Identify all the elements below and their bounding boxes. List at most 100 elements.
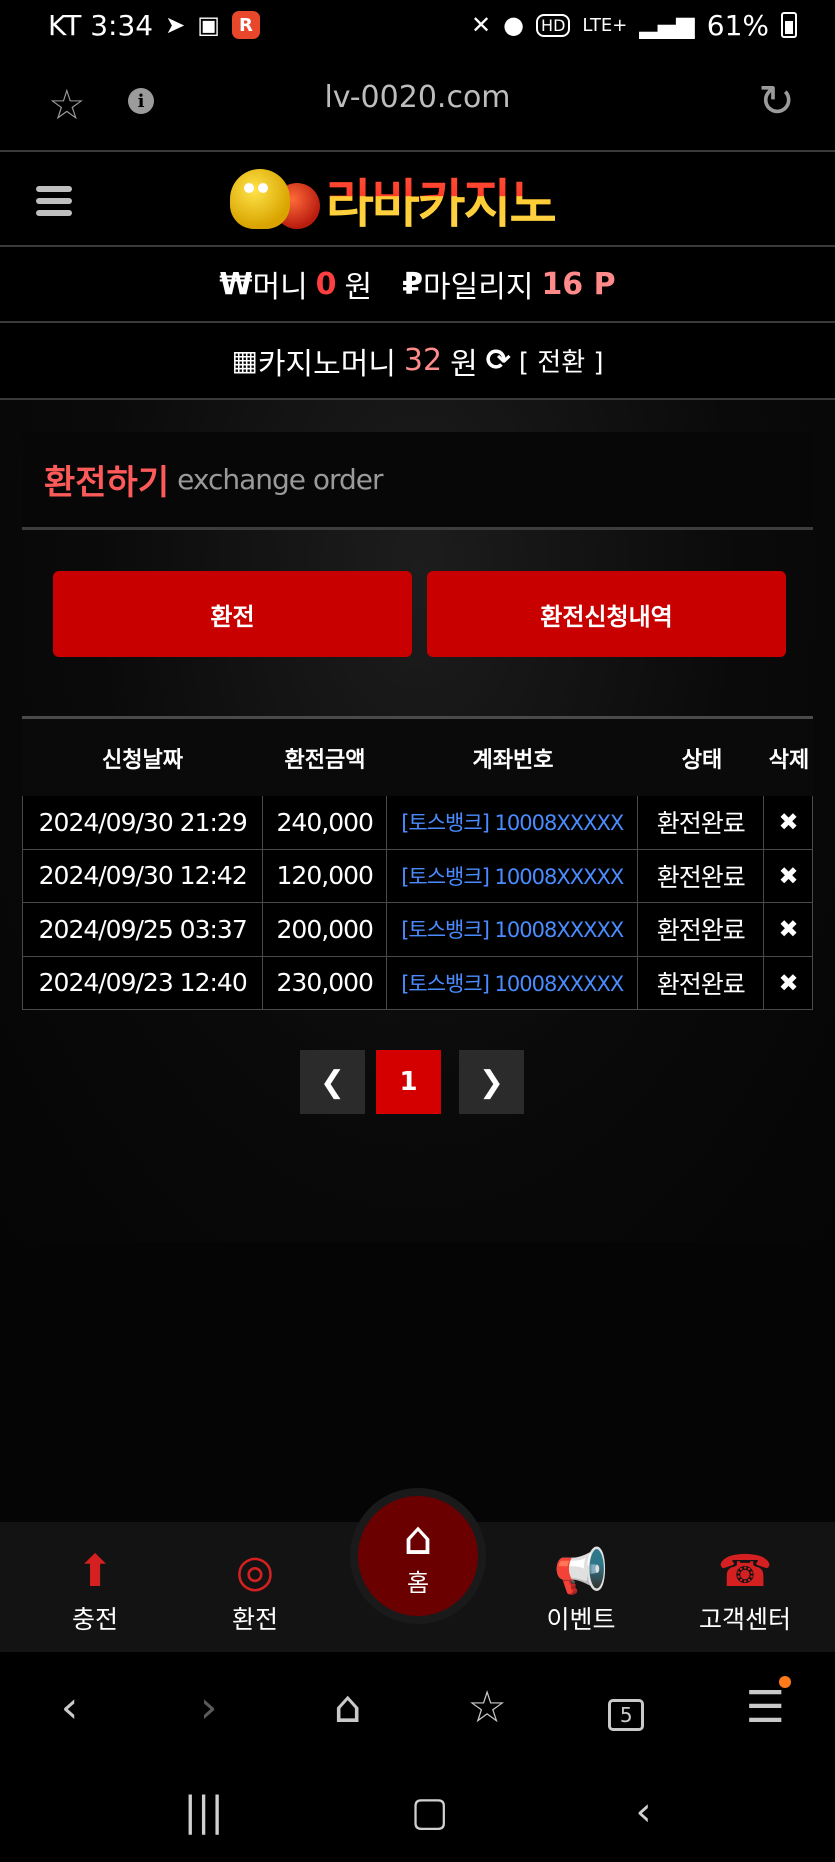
header-status: 상태 bbox=[681, 747, 723, 773]
nav-event-label: 이벤트 bbox=[546, 1605, 616, 1634]
nav-support-label: 고객센터 bbox=[698, 1605, 791, 1634]
site-header: 라바카지노 bbox=[0, 152, 835, 247]
chevron-left-icon: ❮ bbox=[319, 1064, 346, 1100]
table-row: 2024/09/25 03:37 200,000 [토스뱅크] 10008XXX… bbox=[22, 903, 813, 957]
nav-event[interactable]: 📢 이벤트 bbox=[526, 1522, 636, 1652]
header-date: 신청날짜 bbox=[102, 747, 183, 773]
chevron-right-icon: ❯ bbox=[478, 1064, 505, 1100]
reload-icon[interactable]: ↻ bbox=[758, 76, 795, 127]
header-delete: 삭제 bbox=[768, 747, 810, 773]
exchange-history-table: 신청날짜 환전금액 계좌번호 상태 삭제 2024/09/30 21:29 24… bbox=[22, 716, 813, 1010]
money-row: ₩ 머니 0 원 ₽ 마일리지 16 P bbox=[0, 247, 835, 323]
delete-row-button[interactable]: ✖ bbox=[764, 903, 812, 956]
table-row: 2024/09/30 12:42 120,000 [토스뱅크] 10008XXX… bbox=[22, 849, 813, 903]
row-account: [토스뱅크] 10008XXXXX bbox=[387, 903, 639, 956]
close-icon[interactable]: ✖ bbox=[779, 969, 799, 997]
mileage-icon: ₽ bbox=[402, 266, 424, 302]
delete-row-button[interactable]: ✖ bbox=[764, 850, 812, 903]
dice-icon: ▦ bbox=[231, 344, 258, 377]
header-amount: 환전금액 bbox=[284, 747, 366, 773]
app-r-icon: R bbox=[231, 11, 260, 39]
battery-percent: 61% bbox=[706, 8, 769, 42]
page-number-button[interactable]: 1 bbox=[376, 1050, 441, 1114]
mileage-label: 마일리지 bbox=[423, 270, 534, 305]
megaphone-icon: 📢 bbox=[553, 1546, 609, 1597]
nav-support[interactable]: ☎ 고객센터 bbox=[690, 1522, 800, 1652]
menu-icon[interactable] bbox=[36, 186, 72, 216]
battery-icon bbox=[781, 12, 797, 38]
android-back-icon[interactable]: ‹ bbox=[636, 1789, 652, 1835]
close-icon[interactable]: ✖ bbox=[779, 862, 799, 890]
back-icon[interactable]: ‹ bbox=[30, 1682, 110, 1733]
forward-icon[interactable]: › bbox=[169, 1682, 249, 1733]
row-account: [토스뱅크] 10008XXXXX bbox=[387, 849, 639, 902]
won-icon: ₩ bbox=[219, 266, 253, 302]
bookmarks-icon[interactable]: ☆ bbox=[447, 1682, 527, 1733]
hd-icon: HD bbox=[536, 13, 571, 37]
row-status: 환전완료 bbox=[638, 956, 765, 1009]
nav-exchange[interactable]: ◎ 환전 bbox=[200, 1522, 310, 1652]
location-icon: ● bbox=[503, 11, 525, 39]
mute-icon: ✕ bbox=[470, 11, 492, 39]
delete-row-button[interactable]: ✖ bbox=[764, 796, 812, 849]
row-date: 2024/09/30 21:29 bbox=[23, 796, 264, 849]
refresh-icon[interactable]: ⟳ bbox=[486, 343, 511, 378]
casino-money-row: ▦ 카지노머니 32 원 ⟳ [ 전환 ] bbox=[0, 323, 835, 400]
page-title-en: exchange order bbox=[177, 463, 383, 496]
browser-home-icon[interactable]: ⌂ bbox=[308, 1682, 388, 1733]
recents-icon[interactable]: ||| bbox=[183, 1789, 223, 1835]
status-bar: KT 3:34 ➤ ▣ R ✕ ● HD LTE+ ▂▄▆ 61% bbox=[0, 0, 835, 50]
home-icon: ⌂ bbox=[403, 1510, 433, 1565]
table-header: 신청날짜 환전금액 계좌번호 상태 삭제 bbox=[22, 719, 813, 796]
deposit-box-icon: ⬆ bbox=[76, 1546, 114, 1597]
row-date: 2024/09/23 12:40 bbox=[23, 956, 264, 1009]
nav-deposit[interactable]: ⬆ 충전 bbox=[40, 1522, 150, 1652]
close-icon[interactable]: ✖ bbox=[779, 808, 799, 836]
next-page-button[interactable]: ❯ bbox=[459, 1050, 524, 1114]
android-home-icon[interactable]: ▢ bbox=[411, 1789, 449, 1835]
telegram-icon: ➤ bbox=[165, 11, 186, 39]
browser-menu-icon[interactable]: ☰ bbox=[725, 1675, 805, 1733]
main-lower-area bbox=[0, 1242, 835, 1522]
nav-deposit-label: 충전 bbox=[71, 1605, 118, 1634]
site-logo[interactable]: 라바카지노 bbox=[230, 166, 557, 235]
android-nav-bar: ||| ▢ ‹ bbox=[0, 1762, 835, 1862]
gallery-icon: ▣ bbox=[197, 11, 220, 39]
row-amount: 200,000 bbox=[263, 903, 388, 956]
row-date: 2024/09/30 12:42 bbox=[23, 849, 264, 902]
row-amount: 120,000 bbox=[263, 849, 388, 902]
row-account: [토스뱅크] 10008XXXXX bbox=[387, 796, 639, 849]
table-row: 2024/09/23 12:40 230,000 [토스뱅크] 10008XXX… bbox=[22, 956, 813, 1010]
exchange-history-button[interactable]: 환전신청내역 bbox=[427, 571, 786, 657]
header-account: 계좌번호 bbox=[472, 747, 554, 773]
page-title-ko: 환전하기 bbox=[44, 463, 170, 503]
phone-24-icon: ☎ bbox=[717, 1546, 773, 1597]
table-row: 2024/09/30 21:29 240,000 [토스뱅크] 10008XXX… bbox=[22, 796, 813, 850]
nav-home[interactable]: ⌂ 홈 bbox=[350, 1488, 486, 1624]
exchange-button[interactable]: 환전 bbox=[53, 571, 412, 657]
money-unit: 원 bbox=[344, 270, 373, 305]
page-title: 환전하기 exchange order bbox=[22, 432, 813, 530]
delete-row-button[interactable]: ✖ bbox=[764, 957, 812, 1010]
close-icon[interactable]: ✖ bbox=[779, 915, 799, 943]
casino-money-label: 카지노머니 bbox=[257, 346, 396, 382]
row-status: 환전완료 bbox=[638, 903, 765, 956]
casino-money-value: 32 bbox=[403, 343, 443, 378]
url-text[interactable]: lv-0020.com bbox=[0, 80, 835, 115]
row-amount: 230,000 bbox=[263, 956, 388, 1009]
prev-page-button[interactable]: ❮ bbox=[300, 1050, 365, 1114]
logo-text: 라바카지노 bbox=[326, 162, 557, 237]
row-account: [토스뱅크] 10008XXXXX bbox=[387, 956, 639, 1009]
casino-money-unit: 원 bbox=[450, 346, 478, 382]
nav-home-label: 홈 bbox=[406, 1568, 430, 1597]
notification-dot bbox=[779, 1675, 792, 1688]
nav-exchange-label: 환전 bbox=[231, 1605, 278, 1634]
money-label: 머니 bbox=[252, 270, 308, 305]
coins-hand-icon: ◎ bbox=[235, 1546, 275, 1597]
network-label: LTE+ bbox=[582, 14, 628, 36]
row-amount: 240,000 bbox=[263, 796, 388, 849]
tabs-button[interactable]: 5 bbox=[586, 1682, 666, 1733]
signal-icon: ▂▄▆ bbox=[639, 11, 695, 39]
row-status: 환전완료 bbox=[638, 849, 765, 902]
convert-button[interactable]: [ 전환 ] bbox=[519, 342, 604, 379]
